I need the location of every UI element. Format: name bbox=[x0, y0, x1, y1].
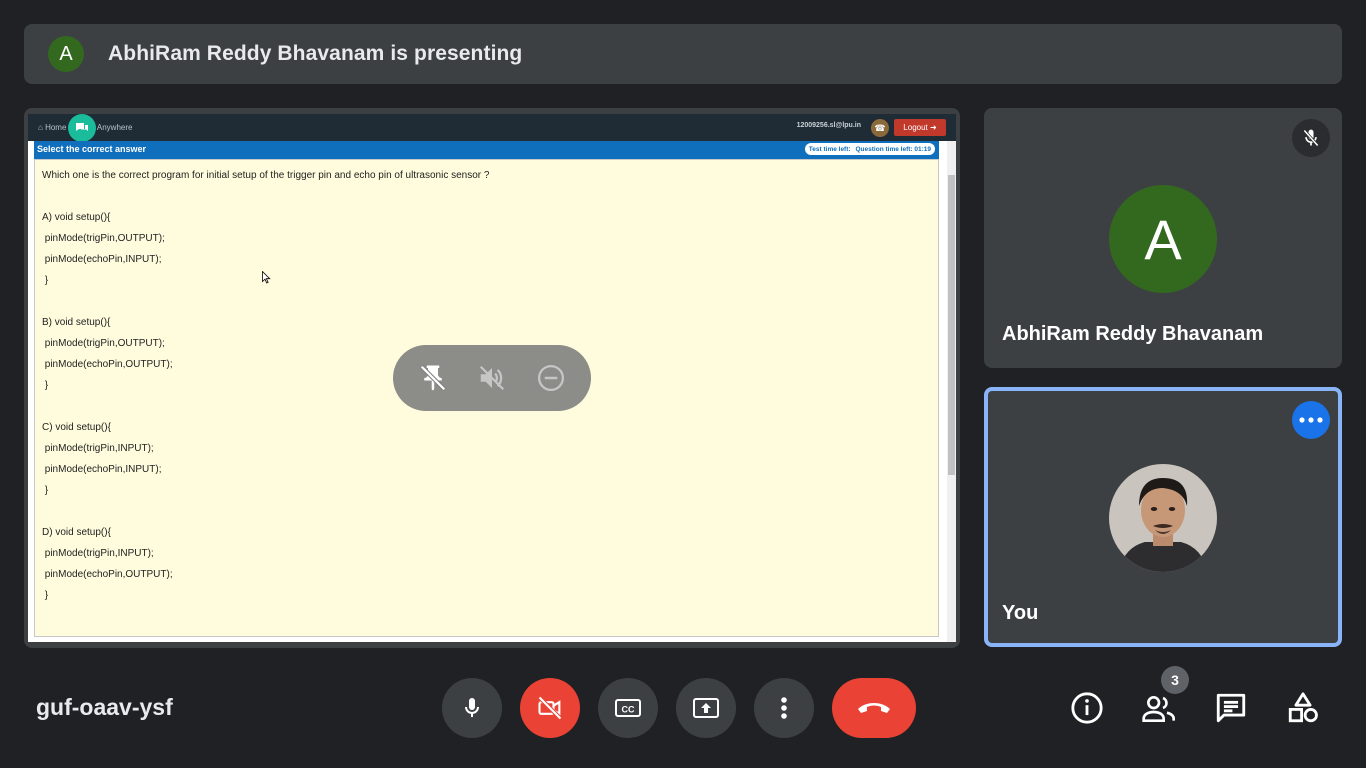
people-count-badge: 3 bbox=[1161, 666, 1189, 694]
meeting-code: guf-oaav-ysf bbox=[36, 694, 173, 720]
scrollbar-thumb bbox=[948, 175, 955, 475]
more-horiz-icon[interactable] bbox=[1292, 401, 1330, 439]
mic-off-icon bbox=[1292, 119, 1330, 157]
meeting-details-button[interactable] bbox=[1069, 690, 1105, 726]
participant-name: AbhiRam Reddy Bhavanam bbox=[1002, 323, 1264, 345]
leave-call-button[interactable] bbox=[832, 678, 916, 738]
user-email: 12009256.sl@lpu.in bbox=[796, 122, 861, 129]
question-text: Which one is the correct program for ini… bbox=[42, 170, 490, 181]
phone-icon: ☎ bbox=[871, 119, 889, 137]
option-line: pinMode(trigPin,OUTPUT); bbox=[42, 233, 165, 244]
participant-tile-presenter[interactable]: A AbhiRam Reddy Bhavanam bbox=[984, 108, 1342, 368]
scrollbar bbox=[947, 141, 956, 642]
nav-link: n Anywhere bbox=[90, 123, 133, 132]
question-time-badge: Question time left: 01:19 bbox=[851, 143, 935, 155]
mic-icon bbox=[465, 698, 479, 717]
unpin-icon[interactable] bbox=[413, 358, 453, 398]
option-line: pinMode(echoPin,INPUT); bbox=[42, 254, 162, 265]
option-line: pinMode(trigPin,INPUT); bbox=[42, 548, 154, 559]
call-end-icon bbox=[858, 703, 890, 713]
presenting-text: AbhiRam Reddy Bhavanam is presenting bbox=[108, 42, 523, 65]
option-line: pinMode(echoPin,OUTPUT); bbox=[42, 359, 173, 370]
more-options-button[interactable] bbox=[754, 678, 814, 738]
nav-home: Home bbox=[45, 123, 67, 132]
option-line: } bbox=[42, 275, 49, 286]
question-header: Select the correct answer Test time left… bbox=[34, 141, 939, 159]
chat-button[interactable] bbox=[1213, 690, 1249, 726]
present-icon bbox=[693, 698, 719, 718]
option-line: C) void setup(){ bbox=[42, 422, 111, 433]
info-icon bbox=[1071, 692, 1103, 724]
option-line: } bbox=[42, 380, 49, 391]
captions-icon: CC bbox=[615, 699, 641, 717]
remove-icon[interactable] bbox=[531, 358, 571, 398]
people-button[interactable] bbox=[1141, 690, 1177, 726]
participant-tile-self[interactable]: You bbox=[984, 387, 1342, 647]
profile-photo-avatar bbox=[1109, 464, 1217, 572]
present-button[interactable] bbox=[676, 678, 736, 738]
more-vert-icon bbox=[781, 697, 787, 719]
presenter-avatar: A bbox=[48, 36, 84, 72]
svg-text:CC: CC bbox=[622, 705, 635, 715]
option-line: pinMode(trigPin,OUTPUT); bbox=[42, 338, 165, 349]
exam-top-nav: ⌂ Home n Anywhere 12009256.sl@lpu.in ☎ L… bbox=[28, 114, 956, 142]
mouse-cursor-icon bbox=[262, 271, 271, 284]
captions-button[interactable]: CC bbox=[598, 678, 658, 738]
logout-button: Logout ➜ bbox=[894, 119, 946, 136]
activities-icon bbox=[1288, 692, 1318, 723]
option-line: pinMode(echoPin,INPUT); bbox=[42, 464, 162, 475]
tile-hover-controls bbox=[393, 345, 591, 411]
camera-off-icon bbox=[538, 696, 562, 720]
option-line: A) void setup(){ bbox=[42, 212, 111, 223]
people-icon bbox=[1142, 696, 1175, 722]
option-line: B) void setup(){ bbox=[42, 317, 111, 328]
camera-toggle-button[interactable] bbox=[520, 678, 580, 738]
self-name: You bbox=[1002, 602, 1039, 624]
activities-button[interactable] bbox=[1285, 690, 1321, 726]
option-line: } bbox=[42, 590, 49, 601]
option-line: } bbox=[42, 485, 49, 496]
mute-off-icon[interactable] bbox=[472, 358, 512, 398]
chat-icon bbox=[1216, 693, 1246, 723]
presenting-banner: A AbhiRam Reddy Bhavanam is presenting bbox=[24, 24, 1342, 84]
chat-bubble-icon bbox=[68, 114, 96, 142]
option-line: pinMode(trigPin,INPUT); bbox=[42, 443, 154, 454]
home-icon: ⌂ bbox=[38, 123, 43, 132]
participant-avatar: A bbox=[1109, 185, 1217, 293]
mic-button[interactable] bbox=[442, 678, 502, 738]
question-header-title: Select the correct answer bbox=[37, 144, 147, 154]
option-line: D) void setup(){ bbox=[42, 527, 111, 538]
option-line: pinMode(echoPin,OUTPUT); bbox=[42, 569, 173, 580]
